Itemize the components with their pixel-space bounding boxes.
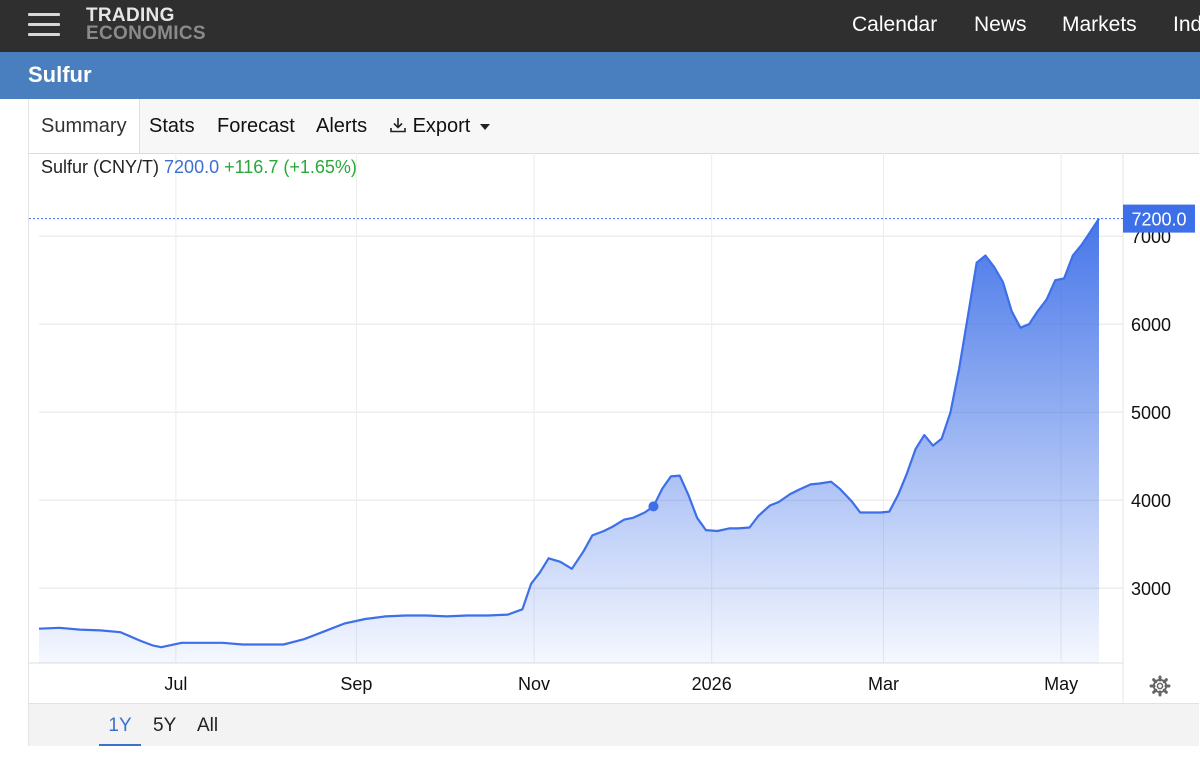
gear-icon[interactable] bbox=[1149, 675, 1171, 697]
x-tick-label: Nov bbox=[518, 674, 550, 694]
x-tick-label: Sep bbox=[340, 674, 372, 694]
x-tick-label: Mar bbox=[868, 674, 899, 694]
range-selector: 1Y 5Y All bbox=[28, 703, 1199, 746]
hamburger-menu-icon[interactable] bbox=[28, 11, 62, 39]
title-bar: Sulfur bbox=[0, 52, 1200, 99]
x-tick-label: Jul bbox=[164, 674, 187, 694]
chevron-down-icon bbox=[479, 123, 490, 130]
nav-calendar[interactable]: Calendar bbox=[852, 13, 937, 37]
nav-indicators[interactable]: Ind bbox=[1173, 13, 1200, 37]
x-tick-label: 2026 bbox=[692, 674, 732, 694]
trading-economics-logo[interactable]: TRADING ECONOMICS bbox=[86, 6, 206, 44]
range-5y-button[interactable]: 5Y bbox=[153, 704, 176, 744]
logo-line-economics: ECONOMICS bbox=[86, 23, 206, 44]
tab-forecast[interactable]: Forecast bbox=[217, 99, 295, 153]
page-title: Sulfur bbox=[28, 62, 92, 87]
chart-svg: 30004000500060007000Jul Sep Nov 2026 Mar May7… bbox=[29, 153, 1195, 703]
export-dropdown[interactable]: Export bbox=[389, 99, 490, 153]
price-chart[interactable]: 3000 4000 5000 6000 7000 Jul Sep Nov 2026 Mar May 7… bbox=[28, 153, 1199, 703]
range-1y-button[interactable]: 1Y bbox=[99, 704, 141, 746]
download-icon bbox=[390, 118, 406, 133]
quote-summary: Sulfur (CNY/T) 7200.0 +116.7 (+1.65%) bbox=[41, 157, 357, 178]
quote-change: +116.7 (+1.65%) bbox=[224, 157, 357, 177]
tab-summary[interactable]: Summary bbox=[29, 99, 140, 153]
last-price-label: 7200.0 bbox=[1131, 210, 1186, 230]
quote-name: Sulfur (CNY/T) bbox=[41, 157, 160, 177]
nav-markets[interactable]: Markets bbox=[1062, 13, 1137, 37]
range-all-button[interactable]: All bbox=[197, 704, 218, 744]
y-tick-label: 6000 bbox=[1131, 315, 1171, 335]
x-tick-label: May bbox=[1044, 674, 1078, 694]
top-navigation-bar: TRADING ECONOMICS Calendar News Markets … bbox=[0, 0, 1200, 52]
nav-news[interactable]: News bbox=[974, 13, 1027, 37]
tab-stats[interactable]: Stats bbox=[149, 99, 195, 153]
y-tick-label: 5000 bbox=[1131, 403, 1171, 423]
y-tick-label: 3000 bbox=[1131, 579, 1171, 599]
highlight-point bbox=[648, 501, 659, 512]
tab-bar: Summary Stats Forecast Alerts Export bbox=[28, 99, 1199, 154]
tab-alerts[interactable]: Alerts bbox=[316, 99, 367, 153]
export-label: Export bbox=[412, 115, 471, 137]
quote-price: 7200.0 bbox=[164, 157, 220, 177]
y-tick-label: 4000 bbox=[1131, 491, 1171, 511]
